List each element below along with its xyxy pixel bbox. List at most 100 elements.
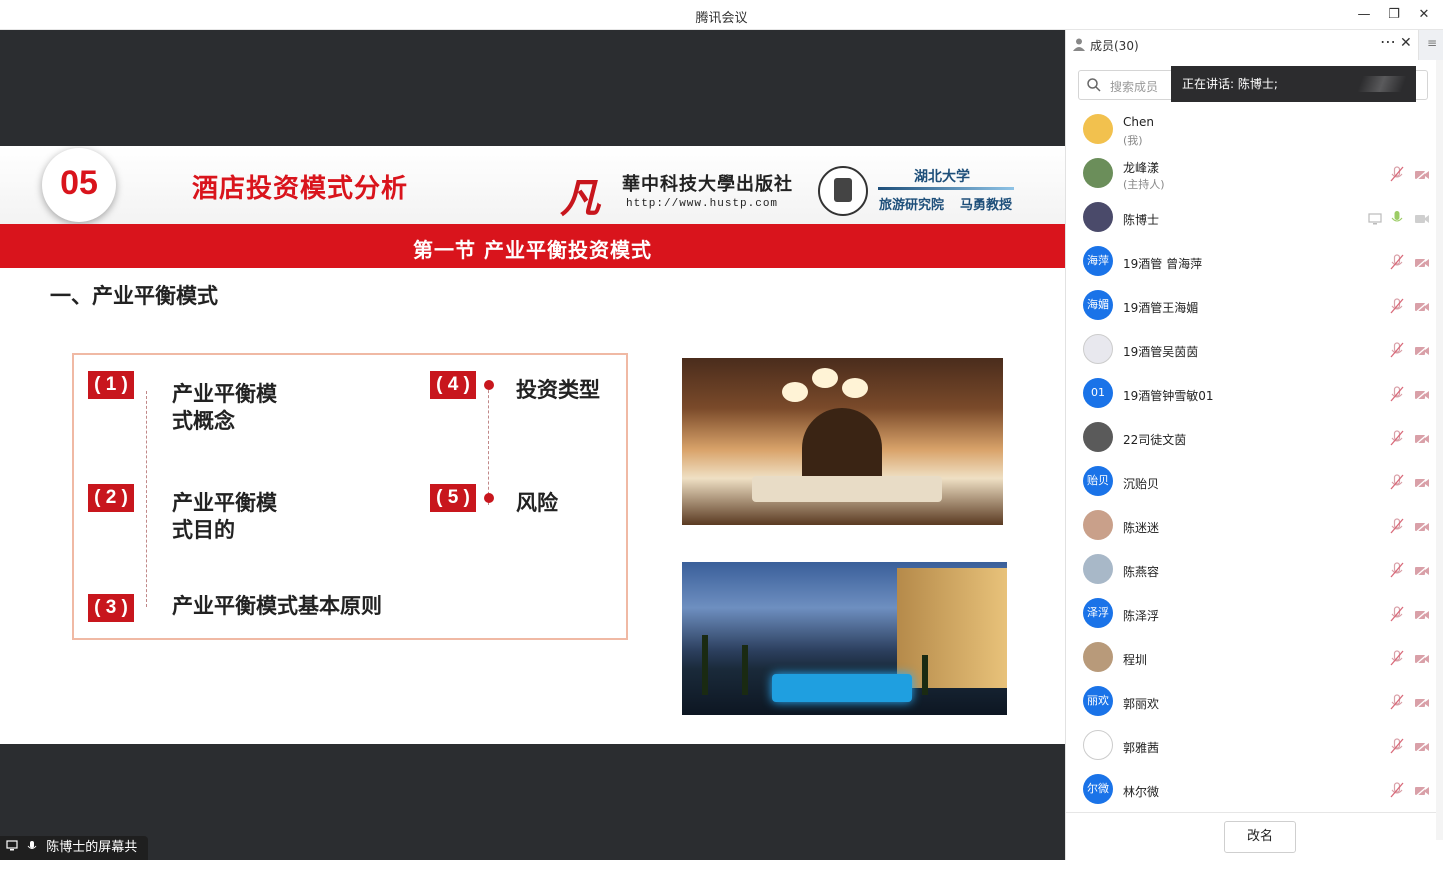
more-options-icon[interactable]: ⋯ bbox=[1380, 32, 1396, 51]
member-name: Chen bbox=[1123, 115, 1154, 129]
member-row[interactable]: 19酒管吴茵茵 bbox=[1066, 328, 1436, 372]
member-row[interactable]: 海媚 19酒管王海媚 bbox=[1066, 284, 1436, 328]
publisher-mark-icon: 凡 bbox=[560, 175, 600, 222]
avatar bbox=[1083, 554, 1113, 584]
camera-off-icon[interactable] bbox=[1414, 299, 1430, 314]
item-2-badge: ( 2 ) bbox=[88, 484, 134, 512]
university-professor: 马勇教授 bbox=[960, 198, 1013, 213]
item-4-badge: ( 4 ) bbox=[430, 371, 476, 399]
camera-off-icon[interactable] bbox=[1414, 211, 1430, 225]
camera-off-icon[interactable] bbox=[1414, 343, 1430, 358]
close-panel-icon[interactable]: ✕ bbox=[1400, 35, 1412, 51]
panel-toggle[interactable]: ≡ bbox=[1418, 30, 1443, 60]
mic-muted-icon[interactable] bbox=[1390, 562, 1404, 578]
mic-muted-icon[interactable] bbox=[1390, 474, 1404, 490]
mic-muted-icon[interactable] bbox=[1390, 342, 1404, 358]
mic-muted-icon[interactable] bbox=[1390, 694, 1404, 710]
camera-off-icon[interactable] bbox=[1414, 167, 1430, 182]
member-row[interactable]: Chen (我) bbox=[1066, 108, 1436, 152]
lamp-shape bbox=[812, 368, 838, 388]
member-row[interactable]: 陈博士 bbox=[1066, 196, 1436, 240]
camera-off-icon[interactable] bbox=[1414, 387, 1430, 402]
camera-off-icon[interactable] bbox=[1414, 475, 1430, 490]
building-shape bbox=[897, 568, 1007, 688]
mic-muted-icon[interactable] bbox=[1390, 518, 1404, 534]
item-4-dot bbox=[484, 380, 494, 390]
member-row[interactable]: 尔微 林尔微 bbox=[1066, 768, 1436, 812]
rename-button[interactable]: 改名 bbox=[1224, 821, 1296, 853]
mic-muted-icon[interactable] bbox=[1390, 430, 1404, 446]
camera-off-icon[interactable] bbox=[1414, 607, 1430, 622]
mic-icon bbox=[27, 841, 37, 849]
member-row[interactable]: 海萍 19酒管 曾海萍 bbox=[1066, 240, 1436, 284]
palm-shape bbox=[742, 645, 748, 695]
section-title: 一、产业平衡模式 bbox=[50, 284, 218, 308]
camera-off-icon[interactable] bbox=[1414, 739, 1430, 754]
search-placeholder: 搜索成员 bbox=[1110, 80, 1159, 94]
item-5-badge: ( 5 ) bbox=[430, 484, 476, 512]
member-row[interactable]: 程圳 bbox=[1066, 636, 1436, 680]
avatar: 丽欢 bbox=[1083, 686, 1113, 716]
mic-muted-icon[interactable] bbox=[1390, 298, 1404, 314]
camera-off-icon[interactable] bbox=[1414, 783, 1430, 798]
close-icon[interactable]: ✕ bbox=[1413, 4, 1435, 26]
camera-off-icon[interactable] bbox=[1414, 431, 1430, 446]
member-role: (主持人) bbox=[1123, 178, 1165, 191]
member-name: 陈泽浮 bbox=[1123, 609, 1160, 623]
item-2-line2: 式目的 bbox=[172, 518, 235, 542]
avatar bbox=[1083, 730, 1113, 760]
outline-left-line bbox=[146, 391, 147, 607]
person-icon bbox=[1073, 38, 1085, 51]
member-row[interactable]: 贻贝 沉贻贝 bbox=[1066, 460, 1436, 504]
mic-muted-icon[interactable] bbox=[1390, 254, 1404, 270]
mic-muted-icon[interactable] bbox=[1390, 782, 1404, 798]
item-4-text: 投资类型 bbox=[516, 378, 600, 402]
presentation-slide: 05 酒店投资模式分析 凡 華中科技大學出版社 http://www.hustp… bbox=[0, 146, 1065, 744]
outline-right-line bbox=[488, 385, 489, 505]
member-row[interactable]: 陈燕容 bbox=[1066, 548, 1436, 592]
section-band-text: 第一节 产业平衡投资模式 bbox=[413, 238, 652, 262]
palm-shape bbox=[922, 655, 928, 695]
member-name: 陈燕容 bbox=[1123, 565, 1160, 579]
camera-off-icon[interactable] bbox=[1414, 695, 1430, 710]
avatar: 泽浮 bbox=[1083, 598, 1113, 628]
mic-muted-icon[interactable] bbox=[1390, 166, 1404, 182]
member-row[interactable]: 陈迷迷 bbox=[1066, 504, 1436, 548]
avatar bbox=[1083, 422, 1113, 452]
mic-muted-icon[interactable] bbox=[1390, 650, 1404, 666]
member-row[interactable]: 泽浮 陈泽浮 bbox=[1066, 592, 1436, 636]
member-row[interactable]: 郭雅茜 bbox=[1066, 724, 1436, 768]
mic-muted-icon[interactable] bbox=[1390, 386, 1404, 402]
camera-off-icon[interactable] bbox=[1414, 519, 1430, 534]
member-name: 沉贻贝 bbox=[1123, 477, 1160, 491]
sofa-shape bbox=[752, 476, 942, 502]
avatar: 尔微 bbox=[1083, 774, 1113, 804]
item-2-text: 产业平衡模 式目的 bbox=[172, 490, 277, 544]
mic-muted-icon[interactable] bbox=[1390, 738, 1404, 754]
mic-muted-icon[interactable] bbox=[1390, 606, 1404, 622]
panel-scrollbar[interactable] bbox=[1436, 60, 1443, 840]
member-row[interactable]: 22司徒文茵 bbox=[1066, 416, 1436, 460]
screen-share-label[interactable]: 陈博士的屏幕共享 bbox=[0, 836, 148, 879]
item-1-line2: 式概念 bbox=[172, 409, 235, 433]
member-name: 龙峰漾 bbox=[1123, 161, 1160, 175]
member-row[interactable]: 01 19酒管钟雪敏01 bbox=[1066, 372, 1436, 416]
speaking-text: 正在讲话: 陈博士; bbox=[1182, 77, 1278, 91]
outline-box: ( 1 ) 产业平衡模 式概念 ( 2 ) 产业平衡模 式目的 ( 3 ) 产业… bbox=[72, 353, 628, 640]
menu-icon: ≡ bbox=[1427, 36, 1438, 50]
camera-off-icon[interactable] bbox=[1414, 651, 1430, 666]
avatar: 海萍 bbox=[1083, 246, 1113, 276]
restore-icon[interactable]: ❐ bbox=[1383, 4, 1405, 26]
lamp-shape bbox=[842, 378, 868, 398]
camera-off-icon[interactable] bbox=[1414, 563, 1430, 578]
member-row[interactable]: 丽欢 郭丽欢 bbox=[1066, 680, 1436, 724]
member-row[interactable]: 龙峰漾 (主持人) bbox=[1066, 152, 1436, 196]
members-panel-footer: 改名 bbox=[1066, 812, 1436, 860]
mic-on-icon[interactable] bbox=[1390, 210, 1404, 226]
window-title: 腾讯会议 bbox=[695, 11, 748, 26]
camera-off-icon[interactable] bbox=[1414, 255, 1430, 270]
chapter-number-badge: 05 bbox=[42, 148, 116, 222]
speaking-wave-icon bbox=[1357, 76, 1407, 92]
avatar: 贻贝 bbox=[1083, 466, 1113, 496]
minimize-icon[interactable]: — bbox=[1353, 4, 1375, 26]
